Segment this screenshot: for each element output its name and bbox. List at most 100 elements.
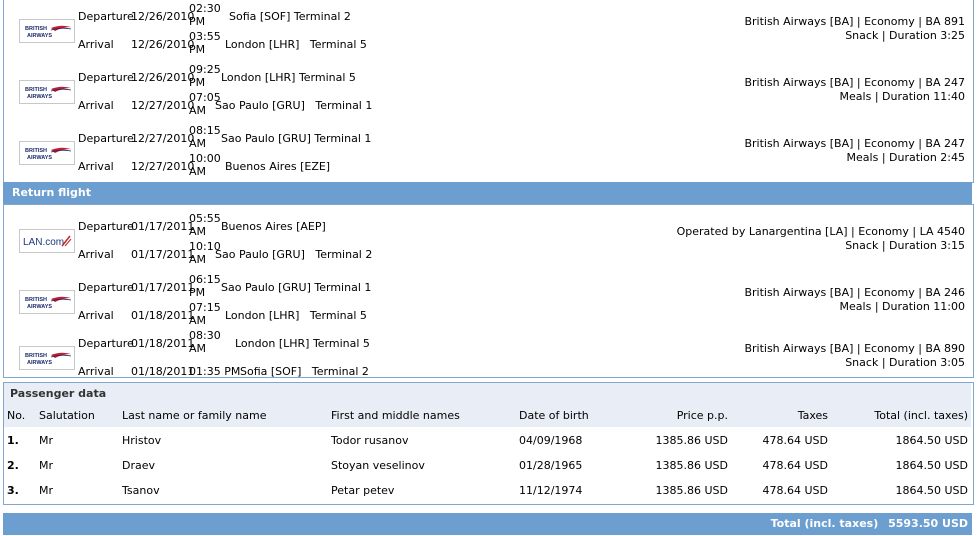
flight-info: British Airways [BA] | Economy | BA 247 M… bbox=[744, 76, 965, 104]
leg-type: Arrival bbox=[78, 160, 114, 173]
flight-segment: BRITISH AIRWAYS Departure 12/26/2010 02:30 P… bbox=[4, 0, 973, 61]
leg-date: 12/27/2010 bbox=[131, 99, 195, 112]
column-header: First and middle names bbox=[331, 409, 460, 422]
leg-date: 01/17/2011 bbox=[131, 281, 195, 294]
passenger-cell: Todor rusanov bbox=[331, 434, 409, 447]
flight-info: British Airways [BA] | Economy | BA 246 M… bbox=[744, 286, 965, 314]
column-header: Date of birth bbox=[519, 409, 589, 422]
passenger-cell: 01/28/1965 bbox=[519, 459, 583, 472]
column-header: Last name or family name bbox=[122, 409, 267, 422]
passenger-row: 3. Mr Tsanov Petar petev 11/12/1974 1385.86 U… bbox=[4, 479, 971, 504]
leg-time: 08:30 AM bbox=[189, 329, 221, 355]
leg-time: 03:55 PM bbox=[189, 30, 221, 56]
flight-carrier-info: British Airways [BA] | Economy | BA 246 bbox=[744, 286, 965, 299]
column-header: No. bbox=[7, 409, 26, 422]
passenger-cell: 2. bbox=[7, 459, 19, 472]
leg-date: 12/26/2010 bbox=[131, 38, 195, 51]
leg-type: Departure bbox=[78, 337, 134, 350]
flight-segment: BRITISH AIRWAYS Departure 12/27/2010 08:15 A… bbox=[4, 122, 973, 183]
passenger-cell: 478.64 USD bbox=[762, 484, 829, 497]
flight-segment: BRITISH AIRWAYS Departure 01/17/2011 06:15 P… bbox=[4, 271, 973, 332]
flight-info: British Airways [BA] | Economy | BA 247 M… bbox=[744, 137, 965, 165]
leg-location: Sofia [SOF] Terminal 2 bbox=[240, 365, 369, 378]
arrival-row: Arrival 01/18/2011 01:35 PM Sofia [SOF] Ter… bbox=[4, 357, 504, 385]
leg-location: Sao Paulo [GRU] Terminal 1 bbox=[215, 99, 373, 112]
departure-row: Departure 12/26/2010 09:25 PM London [LHR] … bbox=[4, 63, 504, 91]
leg-date: 01/17/2011 bbox=[131, 220, 195, 233]
passenger-cell: Mr bbox=[39, 484, 54, 497]
leg-date: 12/27/2010 bbox=[131, 160, 195, 173]
column-header: Total (incl. taxes) bbox=[874, 409, 968, 422]
leg-date: 12/27/2010 bbox=[131, 132, 195, 145]
flight-service-duration: Meals | Duration 11:40 bbox=[839, 90, 965, 103]
passenger-data-title: Passenger data bbox=[4, 383, 971, 405]
flight-info: British Airways [BA] | Economy | BA 890 S… bbox=[744, 342, 965, 370]
passenger-cell: Petar petev bbox=[331, 484, 395, 497]
leg-location: London [LHR] Terminal 5 bbox=[225, 38, 367, 51]
leg-type: Departure bbox=[78, 281, 134, 294]
flight-service-duration: Snack | Duration 3:05 bbox=[845, 356, 965, 369]
leg-type: Departure bbox=[78, 71, 134, 84]
flight-service-duration: Meals | Duration 2:45 bbox=[846, 151, 965, 164]
passenger-cell: Mr bbox=[39, 459, 54, 472]
leg-time: 05:55 AM bbox=[189, 212, 221, 238]
leg-type: Arrival bbox=[78, 99, 114, 112]
leg-type: Arrival bbox=[78, 365, 114, 378]
leg-date: 12/26/2010 bbox=[131, 71, 195, 84]
departure-row: Departure 12/27/2010 08:15 AM Sao Paulo [GR… bbox=[4, 124, 504, 152]
passenger-table-header: No. Salutation Last name or family name Fir… bbox=[4, 405, 971, 427]
passenger-cell: 478.64 USD bbox=[762, 434, 829, 447]
leg-date: 12/26/2010 bbox=[131, 10, 195, 23]
departure-row: Departure 01/17/2011 05:55 AM Buenos Aires … bbox=[4, 212, 504, 240]
passenger-cell: 11/12/1974 bbox=[519, 484, 583, 497]
passenger-cell: 3. bbox=[7, 484, 19, 497]
passenger-cell: 1864.50 USD bbox=[895, 484, 969, 497]
passenger-cell: 1864.50 USD bbox=[895, 459, 969, 472]
leg-date: 01/18/2011 bbox=[131, 365, 195, 378]
leg-type: Arrival bbox=[78, 248, 114, 261]
flight-service-duration: Snack | Duration 3:15 bbox=[845, 239, 965, 252]
passenger-cell: 04/09/1968 bbox=[519, 434, 583, 447]
arrival-row: Arrival 01/17/2011 10:10 AM Sao Paulo [GRU]… bbox=[4, 240, 504, 268]
passenger-cell: Tsanov bbox=[122, 484, 160, 497]
passenger-cell: Stoyan veselinov bbox=[331, 459, 425, 472]
arrival-row: Arrival 01/18/2011 07:15 AM London [LHR] Te… bbox=[4, 301, 504, 329]
flight-carrier-info: British Airways [BA] | Economy | BA 890 bbox=[744, 342, 965, 355]
leg-date: 01/17/2011 bbox=[131, 248, 195, 261]
leg-time: 01:35 PM bbox=[189, 365, 241, 378]
leg-type: Departure bbox=[78, 220, 134, 233]
leg-location: Sao Paulo [GRU] Terminal 2 bbox=[215, 248, 373, 261]
leg-location: London [LHR] Terminal 5 bbox=[221, 71, 356, 84]
leg-location: London [LHR] Terminal 5 bbox=[235, 337, 370, 350]
flight-service-duration: Snack | Duration 3:25 bbox=[845, 29, 965, 42]
flight-segment: LAN.com Departure 01/17/2011 05:55 AM Buenos… bbox=[4, 210, 973, 271]
leg-time: 09:25 PM bbox=[189, 63, 221, 89]
passenger-cell: 1864.50 USD bbox=[895, 434, 969, 447]
passenger-cell: 1385.86 USD bbox=[655, 484, 729, 497]
leg-location: Buenos Aires [AEP] bbox=[221, 220, 326, 233]
passenger-cell: Draev bbox=[122, 459, 156, 472]
flight-carrier-info: British Airways [BA] | Economy | BA 247 bbox=[744, 76, 965, 89]
passenger-cell: 1. bbox=[7, 434, 19, 447]
leg-date: 01/18/2011 bbox=[131, 337, 195, 350]
flight-segment: BRITISH AIRWAYS Departure 12/26/2010 09:25 P… bbox=[4, 61, 973, 122]
return-flights-panel: LAN.com Departure 01/17/2011 05:55 AM Buenos… bbox=[3, 204, 974, 378]
passenger-row: 2. Mr Draev Stoyan veselinov 01/28/1965 1385.… bbox=[4, 454, 971, 479]
leg-time: 08:15 AM bbox=[189, 124, 221, 150]
passenger-cell: 478.64 USD bbox=[762, 459, 829, 472]
grand-total-label: Total (incl. taxes) bbox=[770, 517, 879, 530]
flight-carrier-info: British Airways [BA] | Economy | BA 891 bbox=[744, 15, 965, 28]
flight-info: Operated by Lanargentina [LA] | Economy … bbox=[677, 225, 965, 253]
leg-type: Departure bbox=[78, 132, 134, 145]
passenger-panel: Passenger data No. Salutation Last name or… bbox=[3, 382, 974, 505]
passenger-cell: 1385.86 USD bbox=[655, 459, 729, 472]
departure-row: Departure 01/18/2011 08:30 AM London [LHR] … bbox=[4, 329, 504, 357]
flight-carrier-info: Operated by Lanargentina [LA] | Economy … bbox=[676, 225, 965, 238]
arrival-row: Arrival 12/26/2010 03:55 PM London [LHR] Te… bbox=[4, 30, 504, 58]
leg-location: Buenos Aires [EZE] bbox=[225, 160, 331, 173]
passenger-row: 1. Mr Hristov Todor rusanov 04/09/1968 1385.8… bbox=[4, 429, 971, 454]
return-flight-header: Return flight bbox=[3, 182, 972, 204]
leg-time: 06:15 PM bbox=[189, 273, 221, 299]
passenger-cell: 1385.86 USD bbox=[655, 434, 729, 447]
departure-row: Departure 12/26/2010 02:30 PM Sofia [SOF] T… bbox=[4, 2, 504, 30]
